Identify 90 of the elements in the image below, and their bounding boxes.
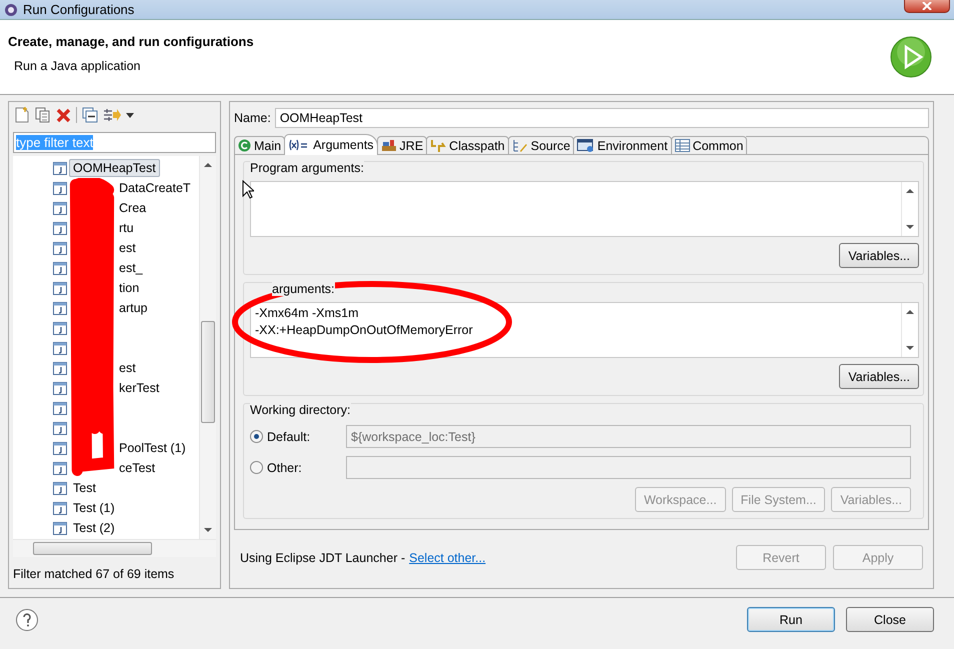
java-class-icon <box>53 182 67 194</box>
close-icon <box>922 2 932 10</box>
tree-item[interactable]: ceTest <box>115 459 160 477</box>
variables-button[interactable]: Variables... <box>839 243 919 268</box>
horizontal-scrollbar[interactable] <box>13 539 216 557</box>
select-other-link[interactable]: Select other... <box>409 550 486 564</box>
filter-status: Filter matched 67 of 69 items <box>12 566 176 583</box>
tree-item[interactable]: artup <box>115 299 152 317</box>
close-button[interactable] <box>904 0 950 13</box>
java-class-icon <box>53 482 67 494</box>
help-button[interactable] <box>16 608 38 630</box>
name-label: Name: <box>234 111 271 125</box>
java-class-icon <box>53 422 67 434</box>
scroll-up-icon[interactable] <box>906 188 914 193</box>
argument-line: -Xmx64m -Xms1m <box>255 305 360 322</box>
scrollbar-thumb[interactable] <box>201 321 215 423</box>
java-class-icon <box>53 262 67 274</box>
java-class-icon <box>53 322 67 334</box>
window-title: Run Configurations <box>23 2 134 17</box>
tree-item[interactable]: tion <box>115 279 144 297</box>
group-label: arguments: <box>272 282 335 296</box>
group-label: Program arguments: <box>250 161 364 175</box>
directory-field[interactable] <box>346 456 911 479</box>
filter-icon[interactable] <box>103 107 121 123</box>
collapse-all-icon[interactable] <box>82 107 98 123</box>
tree-item[interactable]: kerTest <box>115 379 164 397</box>
radio-option[interactable]: Default: <box>250 430 346 444</box>
scroll-down-icon[interactable] <box>204 528 212 533</box>
tree-item[interactable]: Crea <box>115 199 150 217</box>
scroll-up-icon[interactable] <box>906 309 914 314</box>
argument-line: -XX:+HeapDumpOnOutOfMemoryError <box>255 322 474 339</box>
tree-item[interactable]: Test <box>69 479 100 497</box>
delete-icon[interactable] <box>56 108 71 122</box>
name-field[interactable]: OOMHeapTest <box>274 108 929 128</box>
dropdown-icon[interactable] <box>126 112 134 118</box>
dialog-button[interactable]: Run <box>747 607 835 632</box>
java-class-icon <box>53 242 67 254</box>
tab[interactable]: Environment <box>573 136 672 155</box>
directory-field[interactable]: ${workspace_loc:Test} <box>346 425 911 448</box>
table-icon <box>674 139 690 152</box>
java-class-icon <box>53 382 67 394</box>
duplicate-icon[interactable] <box>35 107 51 123</box>
scroll-up-icon[interactable] <box>204 162 212 167</box>
radio-option[interactable]: Other: <box>250 460 346 474</box>
java-class-icon <box>53 502 67 514</box>
java-class-icon <box>53 202 67 214</box>
tab[interactable]: Arguments <box>284 134 378 155</box>
books-icon <box>380 139 397 152</box>
scroll-down-icon[interactable] <box>906 346 914 351</box>
java-class-icon <box>53 222 67 234</box>
scroll-down-icon[interactable] <box>906 225 914 230</box>
text-area[interactable]: -Xmx64m -Xms1m -XX:+HeapDumpOnOutOfMemoryError <box>250 302 919 358</box>
variables-button[interactable]: Variables... <box>839 364 919 389</box>
tab[interactable]: Classpath <box>426 136 509 155</box>
circle-c-icon <box>238 139 251 152</box>
java-class-icon <box>53 362 67 374</box>
dialog-subtitle: Run a Java application <box>13 58 142 72</box>
tree-item[interactable]: est <box>115 359 140 377</box>
dialog-title: Create, manage, and run configurations <box>8 34 255 48</box>
tree-item[interactable]: est <box>115 239 140 257</box>
tree-item[interactable]: PoolTest (1) <box>115 439 190 457</box>
tab[interactable]: Source <box>508 136 574 155</box>
new-file-icon[interactable] <box>14 107 30 123</box>
tree-item[interactable]: Test (2) <box>69 519 119 537</box>
tree-item[interactable]: est_ <box>115 259 147 277</box>
java-class-icon <box>53 302 67 314</box>
tab[interactable]: Common <box>670 136 748 155</box>
java-class-icon <box>53 342 67 354</box>
java-class-icon <box>53 162 67 174</box>
group-label: Working directory: <box>250 403 350 417</box>
tab[interactable]: JRE <box>376 136 428 155</box>
run-icon <box>890 36 932 78</box>
java-class-icon <box>53 442 67 454</box>
tree-item[interactable]: rtu <box>115 219 138 237</box>
help-icon <box>22 612 32 626</box>
tree-item[interactable]: DataCreateT <box>115 179 195 197</box>
java-class-icon <box>53 282 67 294</box>
scrollbar-thumb[interactable] <box>33 542 152 555</box>
java-class-icon <box>53 522 67 534</box>
java-class-icon <box>53 402 67 414</box>
launcher-text: Using Eclipse JDT Launcher - <box>240 550 406 564</box>
gear-icon <box>4 2 18 16</box>
java-class-icon <box>53 462 67 474</box>
vertical-scrollbar[interactable] <box>199 156 216 539</box>
tree-item[interactable]: OOMHeapTest <box>69 159 160 177</box>
tab[interactable]: Main <box>234 136 286 155</box>
dialog-button[interactable]: Close <box>846 607 934 632</box>
tree-item[interactable]: Test (1) <box>69 499 119 517</box>
cursor-icon <box>242 180 254 199</box>
monitor-icon <box>577 138 594 152</box>
